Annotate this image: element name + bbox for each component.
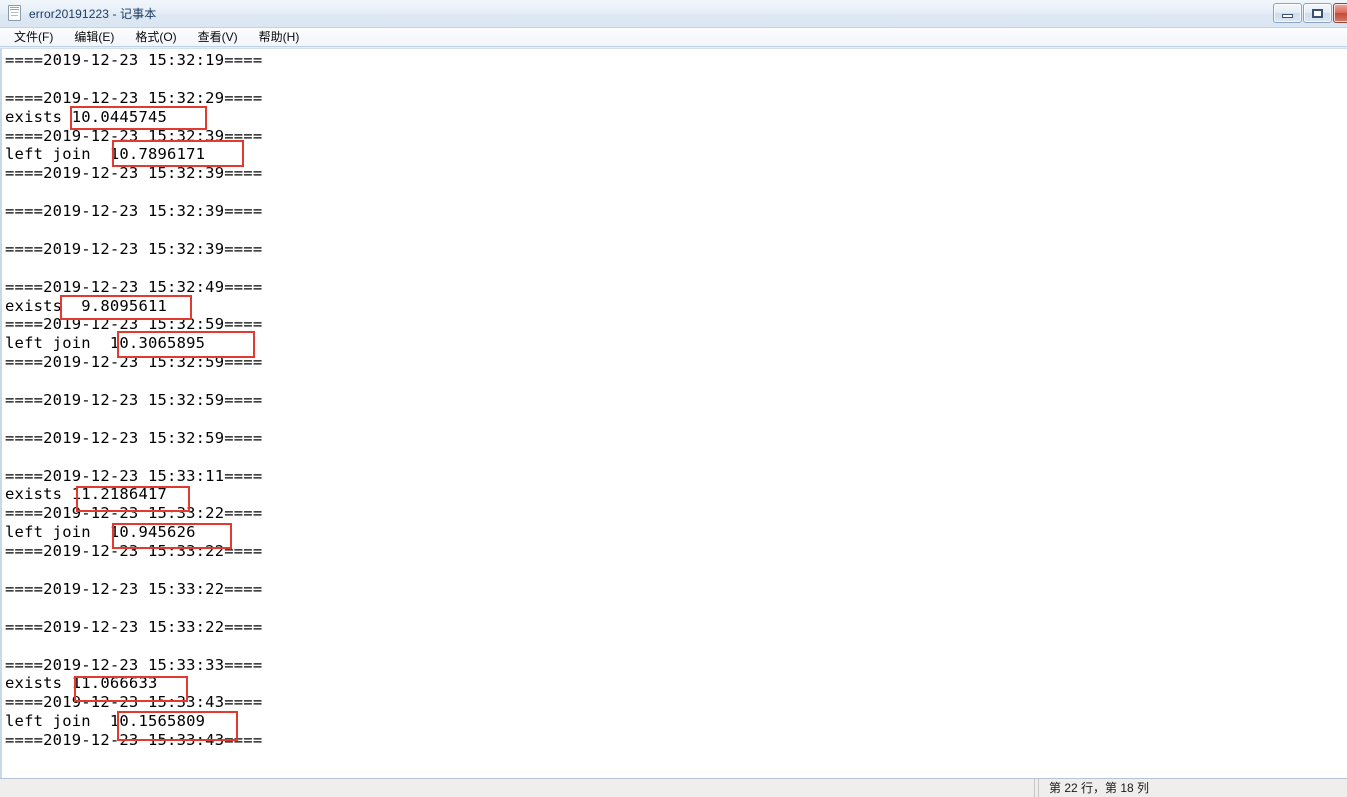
text-line: exists 11.2186417 xyxy=(5,485,168,504)
text-line: ====2019-12-23 15:33:43==== xyxy=(5,693,263,712)
text-line xyxy=(5,448,1335,467)
menu-file[interactable]: 文件(F) xyxy=(9,29,62,46)
text-line: left join 10.945626 xyxy=(5,523,196,542)
text-line: ====2019-12-23 15:32:19==== xyxy=(5,51,263,69)
text-line: ====2019-12-23 15:32:59==== xyxy=(5,391,263,410)
notepad-window: error20191223 - 记事本 文件(F) 编辑(E) 格式(O) 查看… xyxy=(0,0,1347,797)
menu-edit[interactable]: 编辑(E) xyxy=(69,29,123,46)
text-line xyxy=(5,221,1335,240)
text-line xyxy=(5,637,1335,656)
text-line: left join 10.7896171 xyxy=(5,145,206,164)
text-line xyxy=(5,561,1335,580)
text-line xyxy=(5,70,1335,89)
notepad-icon xyxy=(7,5,22,22)
text-line xyxy=(5,410,1335,429)
text-line: left join 10.1565809 xyxy=(5,712,206,731)
text-line: ====2019-12-23 15:32:29==== xyxy=(5,88,263,107)
text-line: ====2019-12-23 15:33:22==== xyxy=(5,617,263,636)
text-line: ====2019-12-23 15:33:22==== xyxy=(5,579,263,598)
text-line: ====2019-12-23 15:33:43==== xyxy=(5,731,263,750)
menu-bar: 文件(F) 编辑(E) 格式(O) 查看(V) 帮助(H) xyxy=(0,28,1347,47)
window-title: error20191223 - 记事本 xyxy=(29,7,157,21)
text-line: ====2019-12-23 15:33:11==== xyxy=(5,466,263,485)
status-bar-blank xyxy=(0,778,1035,797)
text-line: exists 9.8095611 xyxy=(5,296,168,315)
text-line: left join 10.3065895 xyxy=(5,334,206,353)
text-line: ====2019-12-23 15:33:22==== xyxy=(5,504,263,523)
text-line xyxy=(5,183,1335,202)
menu-help[interactable]: 帮助(H) xyxy=(254,29,309,46)
text-area-frame[interactable]: ====2019-12-23 15:32:19==== ====2019-12-… xyxy=(0,48,1347,778)
text-line: ====2019-12-23 15:32:59==== xyxy=(5,315,263,334)
menu-view[interactable]: 查看(V) xyxy=(193,29,247,46)
text-line: ====2019-12-23 15:32:49==== xyxy=(5,277,263,296)
text-line: ====2019-12-23 15:32:39==== xyxy=(5,202,263,221)
text-line: ====2019-12-23 15:32:39==== xyxy=(5,126,263,145)
text-line: ====2019-12-23 15:33:33==== xyxy=(5,655,263,674)
text-content[interactable]: ====2019-12-23 15:32:19==== ====2019-12-… xyxy=(5,51,1335,775)
title-bar-left: error20191223 - 记事本 xyxy=(0,0,156,27)
text-line: ====2019-12-23 15:32:59==== xyxy=(5,428,263,447)
close-button[interactable] xyxy=(1333,3,1347,23)
text-line: ====2019-12-23 15:32:59==== xyxy=(5,353,263,372)
menu-format[interactable]: 格式(O) xyxy=(130,29,185,46)
status-bar: 第 22 行，第 18 列 xyxy=(0,778,1347,797)
minimize-icon xyxy=(1282,13,1293,18)
text-line: ====2019-12-23 15:33:22==== xyxy=(5,542,263,561)
maximize-icon xyxy=(1312,8,1323,18)
text-line: ====2019-12-23 15:32:39==== xyxy=(5,239,263,258)
text-line: exists 10.0445745 xyxy=(5,107,168,126)
text-line: ====2019-12-23 15:32:39==== xyxy=(5,164,263,183)
text-line xyxy=(5,599,1335,618)
minimize-button[interactable] xyxy=(1273,3,1302,23)
title-bar[interactable]: error20191223 - 记事本 xyxy=(0,0,1347,28)
text-line xyxy=(5,259,1335,278)
text-line: exists 11.066633 xyxy=(5,674,158,693)
text-line xyxy=(5,372,1335,391)
cursor-position-label: 第 22 行，第 18 列 xyxy=(1049,780,1150,795)
maximize-button[interactable] xyxy=(1303,3,1332,23)
window-controls xyxy=(1272,1,1347,25)
